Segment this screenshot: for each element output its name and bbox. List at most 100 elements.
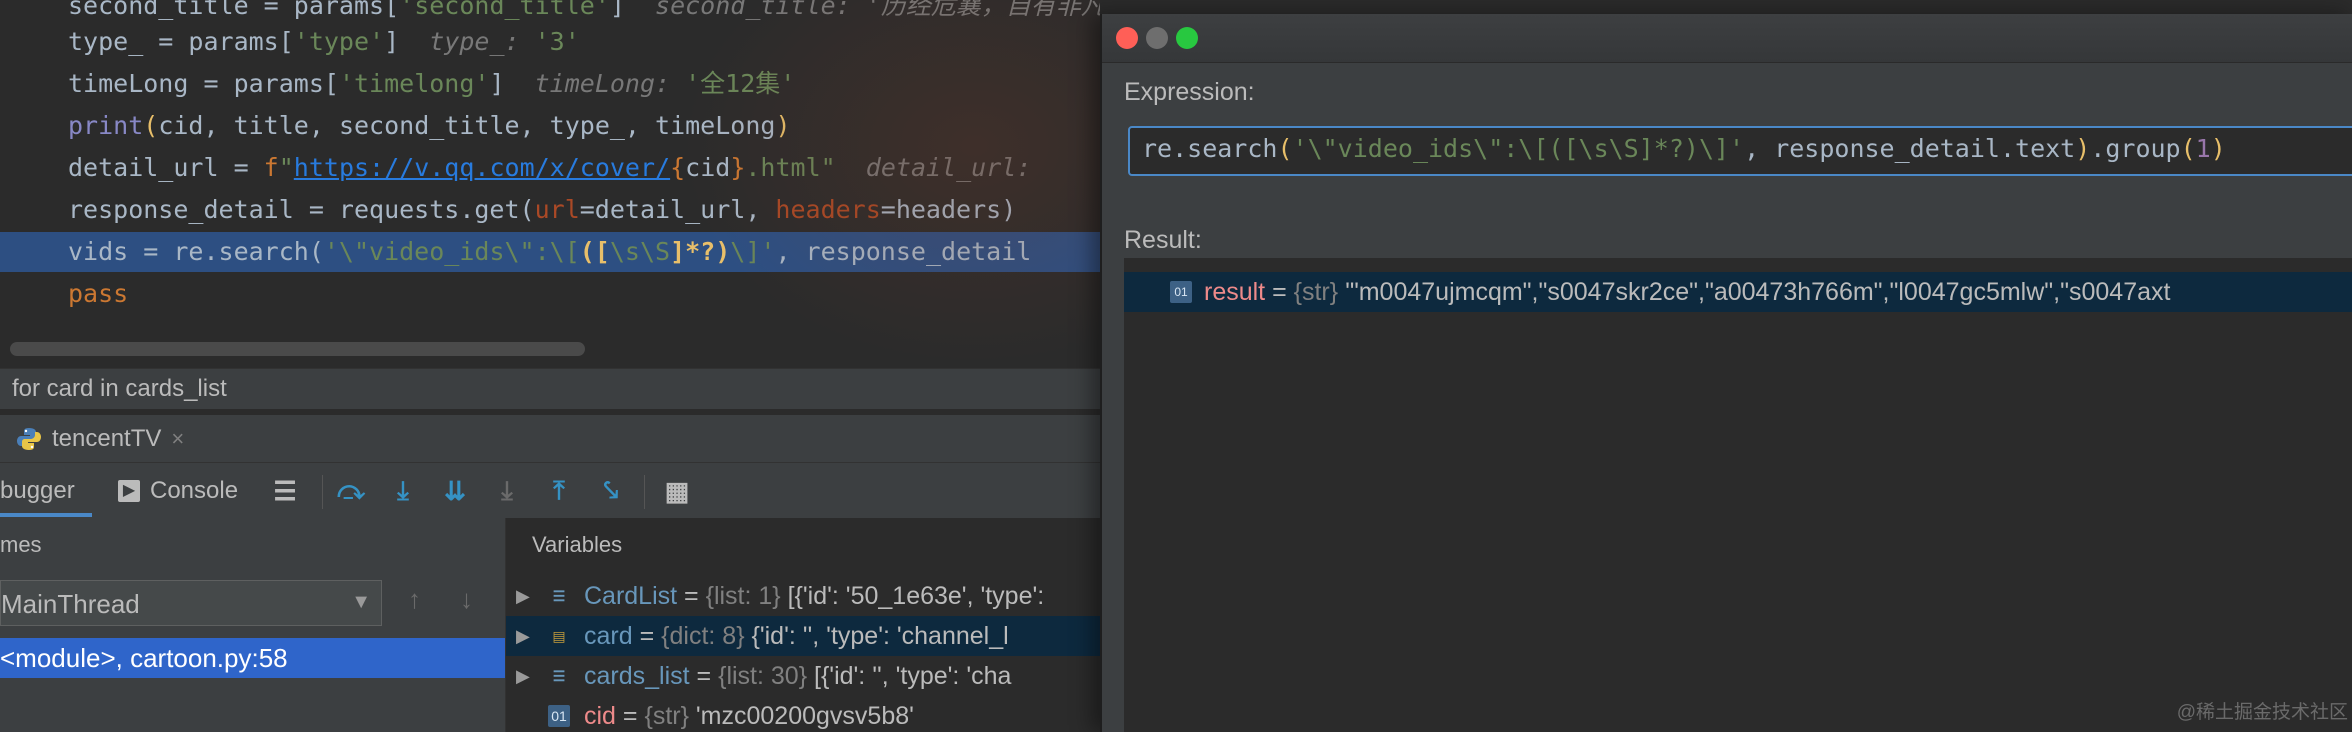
dialog-titlebar[interactable] (1102, 14, 2352, 63)
code-token: cid (685, 153, 731, 182)
variables-title: Variables (532, 532, 623, 557)
tab-console-label: Console (150, 477, 239, 504)
code-token: { (670, 153, 686, 182)
zoom-window-button[interactable] (1176, 27, 1198, 49)
thread-select[interactable]: MainThread ▼ (0, 580, 382, 626)
code-token: type_: (429, 27, 535, 56)
frame-row[interactable]: <module>, cartoon.py:58 (0, 638, 505, 678)
console-icon: ▶ (118, 480, 140, 502)
step-into-my-code-icon[interactable]: ⇊ (438, 475, 472, 507)
code-line[interactable]: detail_url = f"https://v.qq.com/x/cover/… (68, 148, 1046, 188)
code-line[interactable]: print(cid, title, second_title, type_, t… (68, 106, 791, 146)
result-pane: 01 result = {str} '"m0047ujmcqm","s0047s… (1124, 258, 2352, 732)
layout-menu-icon[interactable]: ☰ (268, 475, 302, 507)
thread-select-value: MainThread (1, 589, 140, 619)
code-line-current[interactable]: vids = re.search('\"video_ids\":\[([\s\S… (0, 232, 1100, 272)
variable-text: cid = {str} 'mzc00200gvsv5b8' (584, 702, 914, 730)
toolbar-divider (322, 475, 323, 509)
code-token: ] (489, 69, 535, 98)
code-token: ([ (579, 237, 610, 266)
variable-row[interactable]: ▶ ▤ card = {dict: 8} {'id': '', 'type': 'c… (506, 616, 1101, 656)
arrow-up-icon[interactable]: ↑ (408, 584, 421, 615)
variable-type: {dict: 8} (661, 622, 745, 650)
expand-icon[interactable]: ▶ (516, 576, 530, 616)
expression-input[interactable]: re.search ( '\"video_ids\":\[([\s\S]*?)\]'… (1128, 126, 2352, 176)
code-line[interactable]: pass (68, 274, 128, 314)
expression-token: ( (2180, 134, 2196, 163)
force-step-into-icon[interactable]: ⤓ (490, 475, 524, 507)
code-token: '3' (534, 27, 580, 56)
expression-token: ]*?)\]' (1638, 134, 1745, 163)
code-token: \]' (730, 237, 776, 266)
code-line[interactable]: timeLong = params['timelong'] timeLong: … (68, 64, 795, 104)
expand-icon[interactable]: ▶ (516, 616, 530, 656)
code-line[interactable]: type_ = params['type'] type_: '3' (68, 22, 580, 62)
expand-icon[interactable]: ▶ (516, 656, 530, 696)
arrow-down-icon[interactable]: ↓ (460, 584, 473, 615)
list-icon: ☰ (552, 668, 566, 684)
code-token: second_title = params[ (68, 0, 400, 20)
evaluate-expression-dialog: Expression: re.search('\"video_ids\":\[(… (1100, 14, 2352, 732)
run-to-cursor-icon[interactable]: ⤥ (594, 475, 628, 507)
expression-token: ) (2075, 134, 2091, 163)
step-into-icon[interactable]: ⤓ (386, 475, 420, 507)
close-icon[interactable]: × (171, 426, 184, 452)
run-tab-tencenttv[interactable]: tencentTV × (16, 423, 184, 455)
expression-text: re.search ( '\"video_ids\":\[([\s\S]*?)\]'… (1142, 134, 2226, 163)
breadcrumb-item[interactable]: for card in cards_list (12, 375, 227, 403)
variable-type: {list: 1} (705, 582, 781, 610)
code-token: detail_url: (865, 153, 1047, 182)
code-token: ]*?) (670, 237, 731, 266)
tab-debugger[interactable]: bugger (0, 477, 75, 505)
variable-row[interactable]: 01 cid = {str} 'mzc00200gvsv5b8' (506, 696, 1101, 732)
code-editor[interactable]: second_title = params['second_title'] se… (0, 0, 1100, 365)
code-token: ) (775, 111, 791, 140)
code-token: 'timelong' (338, 69, 490, 98)
variable-value: [{'id': '50_1e63e', 'type': (787, 582, 1045, 610)
frame-label: <module>, cartoon.py:58 (0, 643, 288, 673)
code-line[interactable]: response_detail = requests.get(url=detai… (68, 190, 1016, 230)
expression-token: , response_detail.text (1744, 134, 2076, 163)
code-token: .html" (745, 153, 836, 182)
variable-row[interactable]: ▶ ☰ CardList = {list: 1} [{'id': '50_1e63e… (506, 576, 1101, 616)
code-token: } (730, 153, 746, 182)
code-token: =detail_url, (579, 195, 776, 224)
expression-token: '\"video_ids\":\[([ (1292, 134, 1579, 163)
code-token: pass (68, 279, 129, 308)
variable-value: 'mzc00200gvsv5b8' (695, 702, 914, 730)
watermark: @稀土掘金技术社区 (2176, 702, 2348, 723)
code-token: =headers) (880, 195, 1017, 224)
code-token: ] (609, 0, 656, 20)
variable-row[interactable]: ▶ ☰ cards_list = {list: 30} [{'id': '', 't… (506, 656, 1101, 696)
str-icon: 01 (548, 705, 570, 727)
chevron-down-icon: ▼ (351, 591, 371, 613)
variable-text: cards_list = {list: 30} [{'id': '', 'typ… (584, 662, 1012, 690)
variable-text: CardList = {list: 1} [{'id': '50_1e63e',… (584, 582, 1045, 610)
debugger-toolbar: bugger ▶ Console ☰ ⤼ ⤓ ⇊ ⤓ ⤒ ⤥ ▦ (0, 462, 1100, 519)
expression-token: ) (2210, 134, 2226, 163)
run-tab-bar: tencentTV × (0, 414, 1100, 463)
code-token: detail_url = (68, 153, 264, 182)
code-token: cid, title, second_title, type_, timeLon… (158, 111, 776, 140)
minimize-window-button[interactable] (1146, 27, 1168, 49)
variable-text: card = {dict: 8} {'id': '', 'type': 'cha… (584, 622, 1009, 650)
code-token: f (263, 153, 279, 182)
breadcrumb[interactable]: for card in cards_list (0, 368, 1100, 409)
run-tab-label: tencentTV (52, 425, 162, 452)
step-over-icon[interactable]: ⤼ (334, 475, 368, 507)
tab-console[interactable]: ▶ Console (118, 477, 238, 505)
expression-token: \s\S (1578, 134, 1639, 163)
expression-token: re.search (1142, 134, 1278, 163)
code-token: , response_detail (775, 237, 1032, 266)
python-icon (17, 428, 41, 450)
result-label: Result: (1124, 226, 1202, 254)
editor-horizontal-scrollbar[interactable] (10, 342, 585, 356)
step-out-icon[interactable]: ⤒ (542, 475, 576, 507)
close-window-button[interactable] (1116, 27, 1138, 49)
evaluate-expression-icon[interactable]: ▦ (660, 475, 694, 507)
result-row[interactable]: 01 result = {str} '"m0047ujmcqm","s0047s… (1124, 272, 2352, 312)
result-name: result (1204, 278, 1266, 306)
variable-name: CardList (584, 582, 678, 610)
expression-token: 1 (2195, 134, 2211, 163)
variable-name: card (584, 622, 633, 650)
